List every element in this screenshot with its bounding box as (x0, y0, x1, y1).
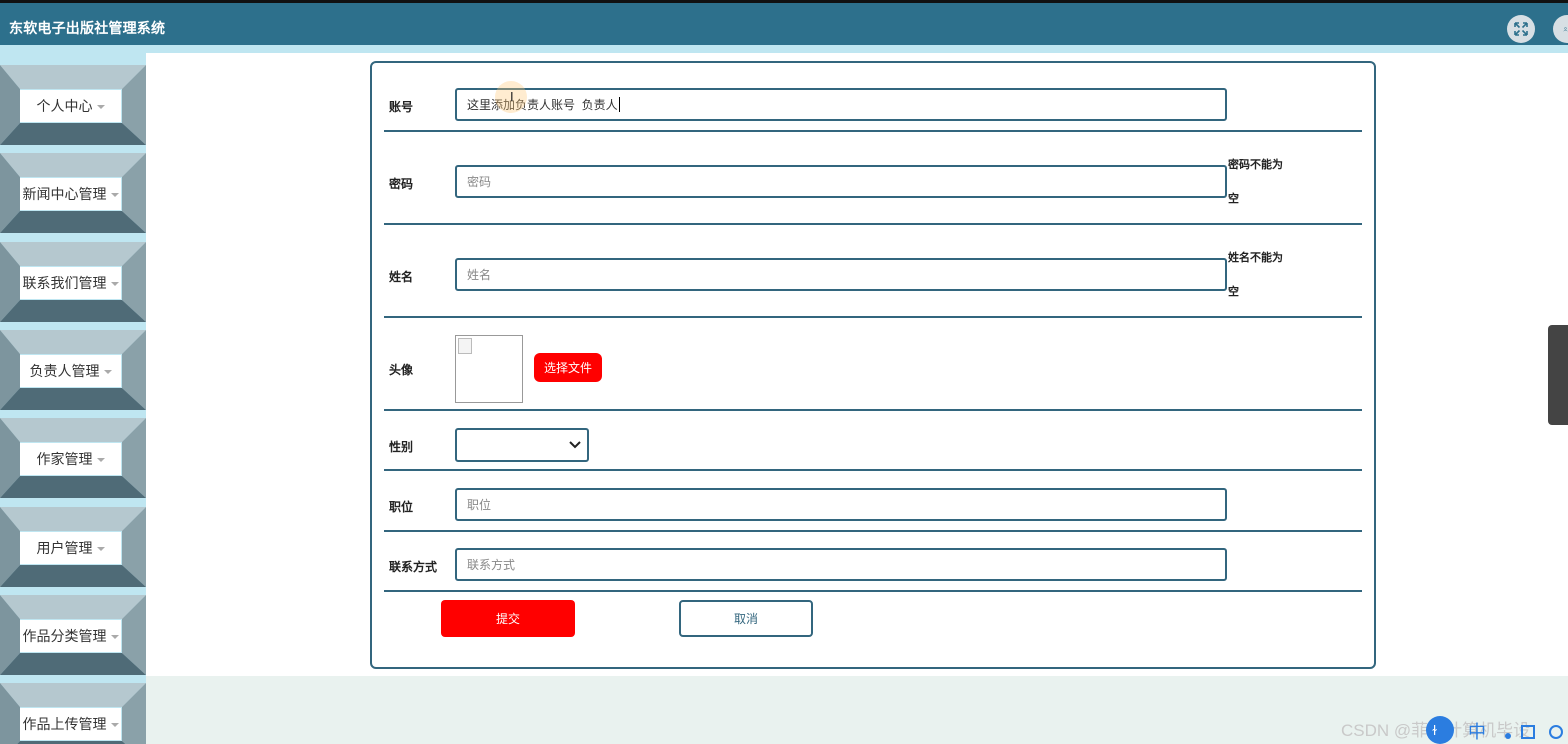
sidebar-item-label: 个人中心 (36, 98, 93, 114)
name-error-line2: 空 (1228, 286, 1239, 298)
sidebar-item-label: 作家管理 (36, 451, 93, 467)
user-button[interactable] (1553, 15, 1568, 43)
avatar-label: 头像 (389, 363, 414, 377)
system-tray-icons: ɫ 中 (1426, 716, 1563, 744)
password-input[interactable]: 密码 (455, 165, 1227, 198)
expand-icon (1514, 22, 1528, 36)
position-placeholder: 职位 (467, 498, 492, 512)
name-label: 姓名 (389, 270, 414, 284)
position-label: 职位 (389, 500, 414, 514)
row-divider (384, 223, 1362, 225)
text-cursor (618, 97, 620, 112)
account-label: 账号 (389, 100, 414, 114)
sidebar-item-personal-center[interactable]: 个人中心 (0, 65, 146, 145)
contact-input[interactable]: 联系方式 (455, 548, 1227, 581)
fullscreen-button[interactable] (1507, 15, 1535, 43)
broken-image-icon (458, 338, 472, 354)
svg-text:中: 中 (1468, 722, 1486, 743)
caret-down-icon (96, 105, 105, 109)
choose-file-button[interactable]: 选择文件 (534, 353, 602, 382)
contact-label: 联系方式 (389, 560, 438, 574)
row-divider (384, 469, 1362, 471)
side-drawer-handle[interactable] (1548, 325, 1568, 425)
sidebar-item-work-upload[interactable]: 作品上传管理 (0, 683, 146, 744)
caret-down-icon (110, 282, 119, 286)
caret-down-icon (103, 370, 112, 374)
ibeam-cursor-icon: I (510, 89, 514, 104)
header-underline (0, 45, 1568, 53)
contact-placeholder: 联系方式 (467, 558, 516, 572)
sidebar-item-label: 新闻中心管理 (22, 186, 107, 202)
caret-down-icon (96, 458, 105, 462)
submit-button[interactable]: 提交 (441, 600, 575, 637)
caret-down-icon (110, 193, 119, 197)
gender-label: 性别 (389, 440, 414, 454)
sidebar-item-writer[interactable]: 作家管理 (0, 418, 146, 498)
password-error-line2: 空 (1228, 193, 1239, 205)
cancel-button[interactable]: 取消 (679, 600, 813, 637)
row-divider (384, 530, 1362, 532)
password-label: 密码 (389, 177, 414, 191)
name-placeholder: 姓名 (467, 268, 492, 282)
row-divider (384, 130, 1362, 132)
account-input[interactable]: 这里添加负责人账号 负责人 (455, 88, 1227, 121)
sidebar: 个人中心 新闻中心管理 联系我们管理 负责人管理 作家管理 用户管理 作品分类管… (0, 53, 146, 744)
sidebar-item-contact-us[interactable]: 联系我们管理 (0, 242, 146, 322)
sidebar-item-label: 作品分类管理 (22, 628, 107, 644)
sidebar-item-label: 作品上传管理 (22, 716, 107, 732)
position-input[interactable]: 职位 (455, 488, 1227, 521)
sidebar-item-news-center[interactable]: 新闻中心管理 (0, 153, 146, 233)
name-error-line1: 姓名不能为 (1228, 252, 1283, 264)
app-title: 东软电子出版社管理系统 (9, 20, 166, 36)
caret-down-icon (96, 547, 105, 551)
caret-down-icon (110, 723, 119, 727)
name-input[interactable]: 姓名 (455, 258, 1227, 291)
sidebar-item-label: 用户管理 (36, 540, 93, 556)
chevron-down-icon (569, 441, 581, 449)
sidebar-item-users[interactable]: 用户管理 (0, 507, 146, 587)
sidebar-item-manager[interactable]: 负责人管理 (0, 330, 146, 410)
sidebar-item-label: 联系我们管理 (22, 275, 107, 291)
password-placeholder: 密码 (467, 175, 492, 189)
sidebar-item-label: 负责人管理 (29, 363, 100, 379)
sidebar-item-work-category[interactable]: 作品分类管理 (0, 595, 146, 675)
account-value: 这里添加负责人账号 负责人 (467, 98, 618, 112)
user-icon (1563, 27, 1568, 32)
password-error-line1: 密码不能为 (1228, 159, 1283, 171)
caret-down-icon (110, 635, 119, 639)
row-divider (384, 316, 1362, 318)
avatar-preview (455, 335, 523, 403)
row-divider (384, 590, 1362, 592)
app-header: 东软电子出版社管理系统 (0, 3, 1568, 45)
row-divider (384, 409, 1362, 411)
gender-select[interactable] (455, 428, 589, 462)
svg-text:ɫ: ɫ (1432, 724, 1437, 739)
